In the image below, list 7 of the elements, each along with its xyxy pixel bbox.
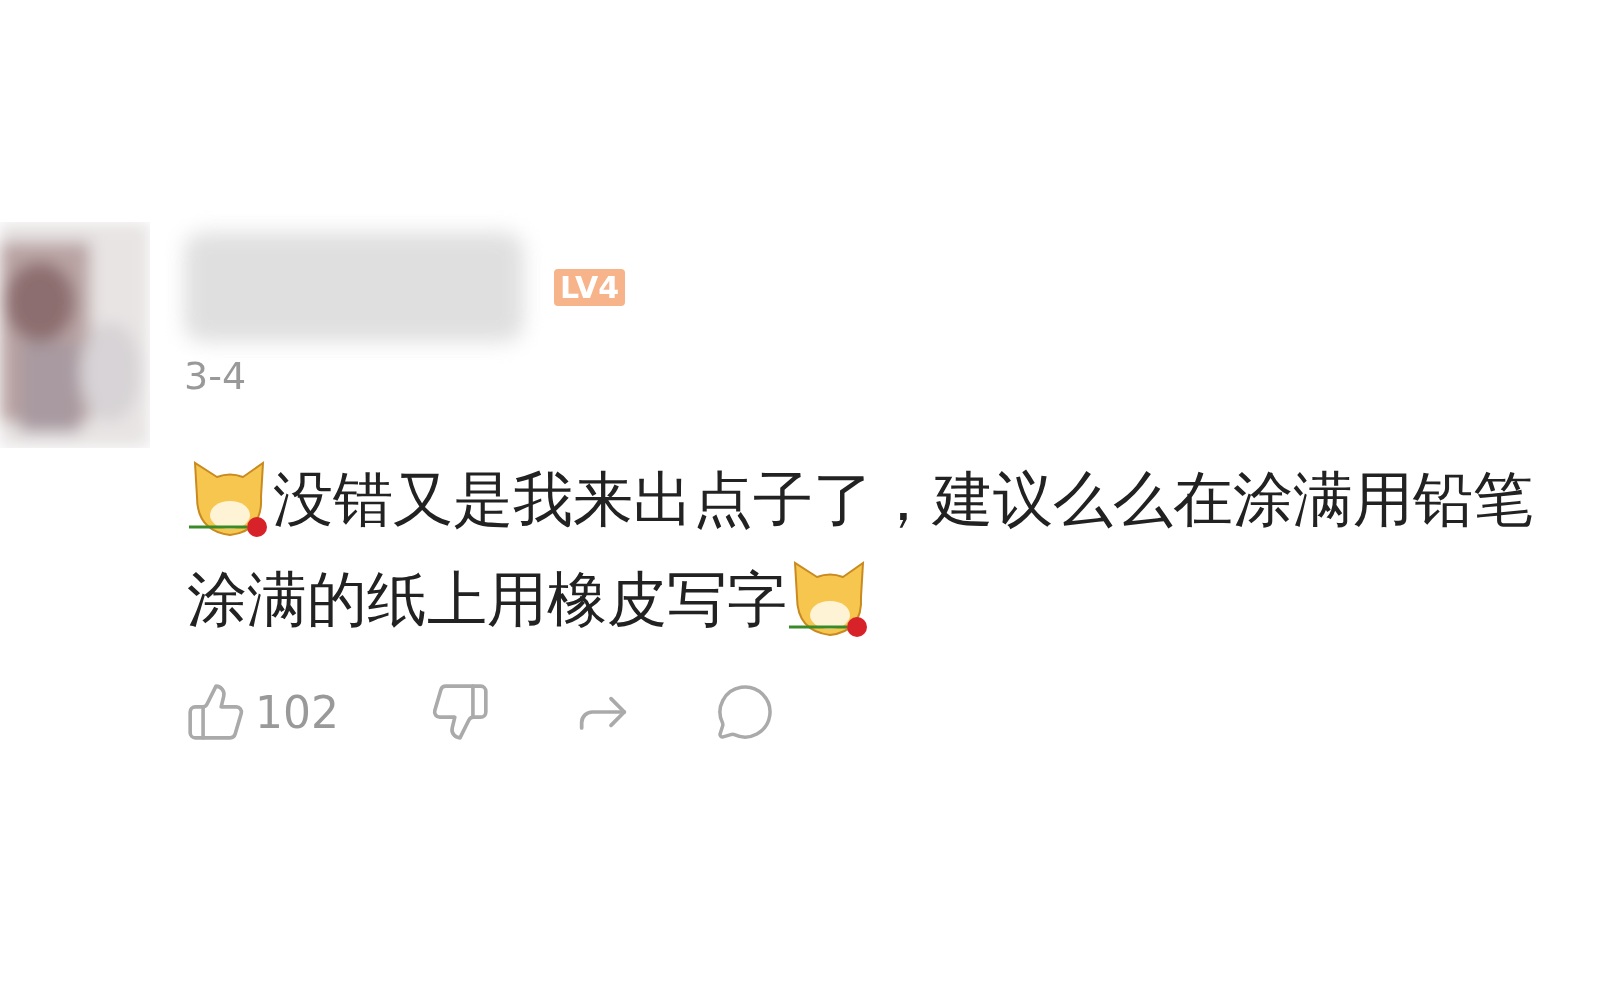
reply-button[interactable] [715,682,775,742]
level-badge: LV4 [554,268,626,306]
like-button[interactable]: 102 [185,681,339,743]
comment-text: 涂满的纸上用橡皮写字 [187,562,787,636]
comment-text: 没错又是我来出点子了，建议么么在涂满用铅笔 [273,462,1533,536]
speech-bubble-icon [715,682,775,742]
comment-date: 3-4 [184,354,248,398]
